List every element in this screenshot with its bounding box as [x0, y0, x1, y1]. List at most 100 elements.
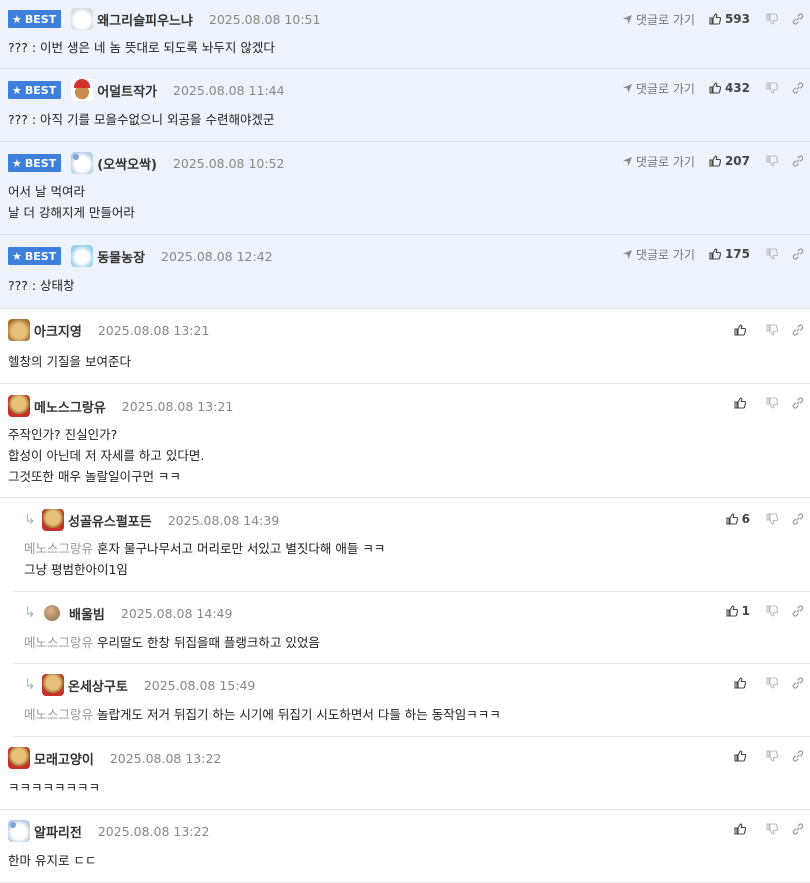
like-button[interactable]: [734, 823, 750, 835]
link-button[interactable]: [792, 750, 804, 762]
goto-comment-button[interactable]: 댓글로 가기: [622, 246, 695, 263]
avatar[interactable]: [8, 319, 30, 341]
avatar[interactable]: [71, 8, 94, 30]
mention[interactable]: 메노스그랑유: [24, 541, 93, 556]
like-button[interactable]: 593: [709, 12, 750, 26]
link-button[interactable]: [792, 82, 804, 94]
star-icon: ★: [12, 156, 22, 170]
like-button[interactable]: [734, 397, 750, 409]
avatar[interactable]: [42, 674, 64, 696]
mention[interactable]: 메노스그랑유: [24, 635, 93, 650]
thumbs-up-icon: [734, 677, 746, 689]
link-button[interactable]: [792, 605, 804, 617]
dislike-button[interactable]: [766, 677, 778, 689]
comment-body: 메노스그랑유 혼자 물구나무서고 머리로만 서있고 별짓다해 애들 ㅋㅋ 그냥 평…: [24, 541, 386, 577]
like-button[interactable]: [734, 750, 750, 762]
like-button[interactable]: 432: [709, 81, 750, 95]
thumbs-down-icon: [766, 82, 778, 94]
link-button[interactable]: [792, 13, 804, 25]
thumbs-up-icon: [734, 750, 746, 762]
dislike-button[interactable]: [766, 513, 778, 525]
comment-date: 2025.08.08 14:39: [167, 512, 280, 528]
reply-arrow-icon: ↳: [24, 605, 36, 621]
link-button[interactable]: [792, 823, 804, 835]
avatar[interactable]: [8, 395, 30, 417]
like-button[interactable]: 175: [709, 247, 750, 261]
nickname[interactable]: 알파리전: [34, 822, 82, 841]
thumbs-down-icon: [766, 605, 778, 617]
link-icon: [792, 82, 804, 94]
comment-body: 주작인가? 진실인가? 합성이 아닌데 저 자세를 하고 있다면. 그것또한 매…: [8, 427, 205, 484]
avatar[interactable]: [8, 747, 30, 769]
reply-comment: ↳ 온세상구토 2025.08.08 15:49 메노스그랑유 놀랍게도 저거 뒤…: [14, 664, 810, 737]
thumbs-up-icon: [726, 605, 738, 617]
best-comment: ★ BEST (오싹오싹) 2025.08.08 10:52 댓글로 가기 207…: [0, 142, 810, 235]
dislike-button[interactable]: [766, 605, 778, 617]
avatar[interactable]: [71, 152, 94, 174]
avatar[interactable]: [71, 79, 94, 101]
goto-comment-button[interactable]: 댓글로 가기: [622, 153, 695, 170]
goto-comment-button[interactable]: 댓글로 가기: [622, 11, 695, 28]
link-icon: [792, 13, 804, 25]
like-button[interactable]: [734, 677, 750, 689]
dislike-button[interactable]: [766, 82, 778, 94]
comment-date: 2025.08.08 10:52: [172, 155, 285, 171]
nickname[interactable]: 어덜트작가: [97, 81, 157, 100]
thumbs-up-icon: [709, 248, 721, 260]
nickname[interactable]: 모래고양이: [34, 749, 94, 768]
comment: 메노스그랑유 2025.08.08 13:21 주작인가? 진실인가? 합성이 …: [0, 384, 810, 498]
dislike-button[interactable]: [766, 248, 778, 260]
avatar[interactable]: [44, 605, 60, 621]
reply-arrow-icon: ↳: [24, 512, 36, 528]
link-icon: [792, 248, 804, 260]
dislike-button[interactable]: [766, 823, 778, 835]
best-badge: ★ BEST: [8, 154, 62, 172]
comment-body: ??? : 이번 생은 네 놈 뜻대로 되도록 놔두지 않겠다: [8, 40, 275, 55]
comment-body: 어서 날 먹여라 날 더 강해지게 만들어라: [8, 184, 135, 220]
nickname[interactable]: 온세상구토: [68, 676, 128, 695]
nickname[interactable]: 성골유스펄포든: [68, 511, 152, 530]
dislike-button[interactable]: [766, 13, 778, 25]
comment-date: 2025.08.08 13:22: [97, 823, 210, 839]
comment-date: 2025.08.08 12:42: [161, 248, 273, 264]
nickname[interactable]: 아크지영: [34, 321, 82, 340]
avatar[interactable]: [8, 820, 30, 842]
nickname[interactable]: 배울빔: [69, 604, 105, 623]
best-comment: ★ BEST 동물농장 2025.08.08 12:42 댓글로 가기 175 ?…: [0, 235, 810, 309]
link-icon: [792, 397, 804, 409]
paper-plane-icon: [622, 249, 632, 259]
like-button[interactable]: [734, 324, 750, 336]
star-icon: ★: [12, 12, 22, 26]
thumbs-down-icon: [766, 750, 778, 762]
nickname[interactable]: 메노스그랑유: [34, 397, 106, 416]
link-button[interactable]: [792, 677, 804, 689]
goto-comment-button[interactable]: 댓글로 가기: [622, 80, 695, 97]
thumbs-down-icon: [766, 324, 778, 336]
dislike-button[interactable]: [766, 155, 778, 167]
comment-date: 2025.08.08 10:51: [208, 11, 321, 27]
avatar[interactable]: [71, 245, 94, 267]
link-icon: [792, 513, 804, 525]
thumbs-down-icon: [766, 823, 778, 835]
dislike-button[interactable]: [766, 397, 778, 409]
mention[interactable]: 메노스그랑유: [24, 707, 93, 722]
best-badge: ★ BEST: [8, 81, 62, 99]
link-icon: [792, 677, 804, 689]
like-button[interactable]: 6: [726, 512, 750, 526]
dislike-button[interactable]: [766, 750, 778, 762]
dislike-button[interactable]: [766, 324, 778, 336]
link-button[interactable]: [792, 513, 804, 525]
like-button[interactable]: 1: [726, 604, 750, 618]
best-badge: ★ BEST: [8, 247, 62, 265]
nickname[interactable]: 왜그리슬피우느냐: [97, 10, 193, 29]
like-button[interactable]: 207: [709, 154, 750, 168]
comment-body: ??? : 상태창: [8, 278, 75, 293]
link-button[interactable]: [792, 248, 804, 260]
nickname[interactable]: 동물농장: [97, 247, 145, 266]
link-button[interactable]: [792, 397, 804, 409]
nickname[interactable]: (오싹오싹): [97, 154, 157, 173]
link-button[interactable]: [792, 324, 804, 336]
link-button[interactable]: [792, 155, 804, 167]
reply-arrow-icon: ↳: [24, 677, 36, 693]
avatar[interactable]: [42, 509, 64, 531]
